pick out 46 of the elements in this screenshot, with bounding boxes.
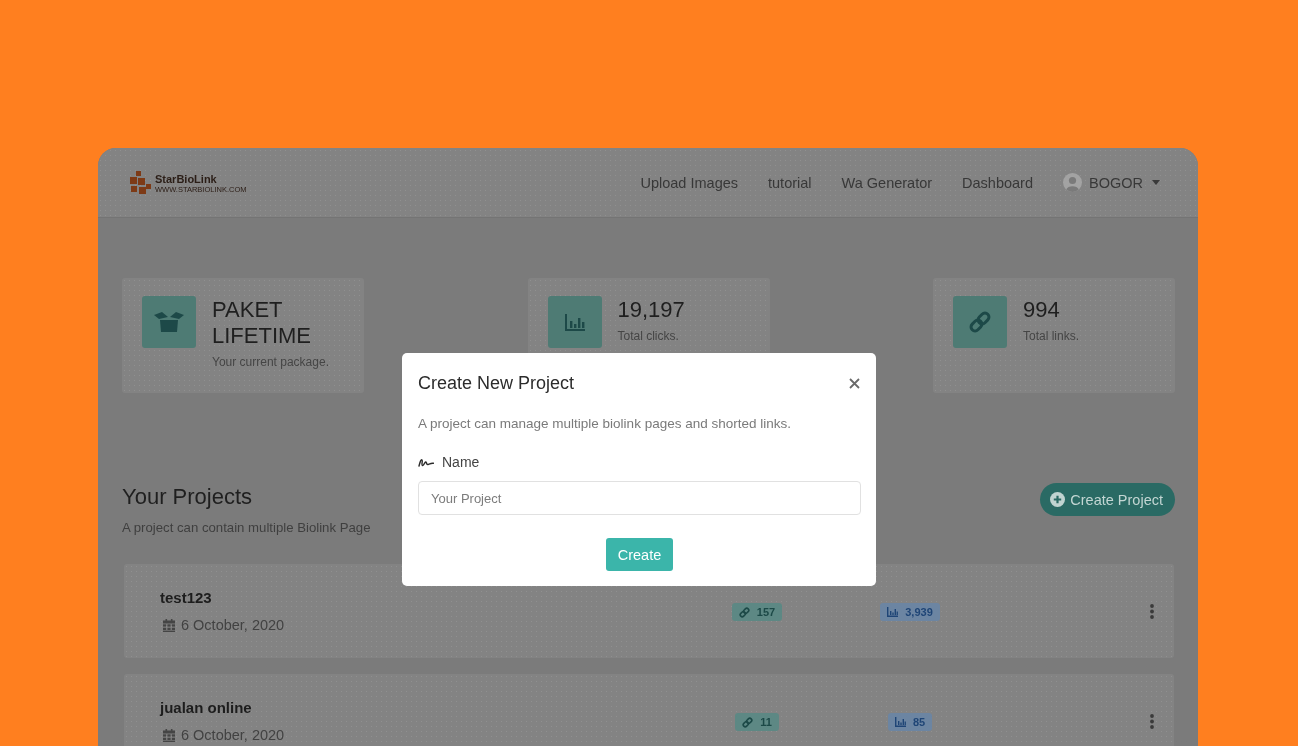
caret-icon [1152,180,1160,185]
stat-value: 994 [1023,297,1061,323]
modal-title: Create New Project [418,372,575,395]
section-title: Your Projects [122,484,254,510]
link-icon [738,606,750,618]
bar-chart-icon [894,717,906,727]
stat-value: PAKET LIFETIME [212,297,312,349]
click-count: 85 [912,716,926,728]
nav-link[interactable]: Upload Images [640,174,738,191]
create-project-button[interactable]: Create Project [1040,483,1175,516]
calendar-icon [163,728,175,742]
nav-link[interactable]: Wa Generator [841,174,933,191]
link-count: 157 [756,606,776,618]
box-icon [142,296,196,348]
stat-caption: Total links. [1023,329,1080,343]
project-name[interactable]: test123 [160,588,212,608]
calendar-icon [163,618,175,632]
stat-caption: Your current package. [212,355,330,369]
kebab-menu-icon[interactable] [1150,713,1154,729]
bar-chart-icon [547,296,602,348]
link-icon [953,296,1007,348]
click-count: 3,939 [905,606,933,618]
project-name[interactable]: jualan online [160,698,252,718]
project-date: 6 October, 2020 [181,726,285,744]
kebab-menu-icon[interactable] [1150,603,1154,619]
close-icon [849,377,860,389]
stat-caption: Total clicks. [617,329,680,343]
stat-value: 19,197 [617,297,685,323]
link-count: 11 [760,716,772,728]
field-label: Name [442,453,480,472]
create-button[interactable]: Create [605,538,674,571]
modal-description: A project can manage multiple biolink pages and shorted links. [418,415,792,433]
project-name-input[interactable]: Your Project [418,481,861,515]
logo-icon [130,170,152,195]
project-date: 6 October, 2020 [181,616,285,634]
bar-chart-icon [887,607,899,617]
section-subtitle: A project can contain multiple Biolink Page [122,519,371,537]
user-menu[interactable]: BOGOR [1063,173,1160,192]
logo-text: StarBioLink [155,173,218,185]
link-icon [742,716,754,728]
signature-icon [418,457,434,467]
plus-circle-icon [1050,492,1066,507]
close-button[interactable] [849,377,860,389]
nav-link[interactable]: Dashboard [962,174,1033,191]
nav-link[interactable]: tutorial [768,174,812,191]
avatar-icon [1063,173,1082,192]
